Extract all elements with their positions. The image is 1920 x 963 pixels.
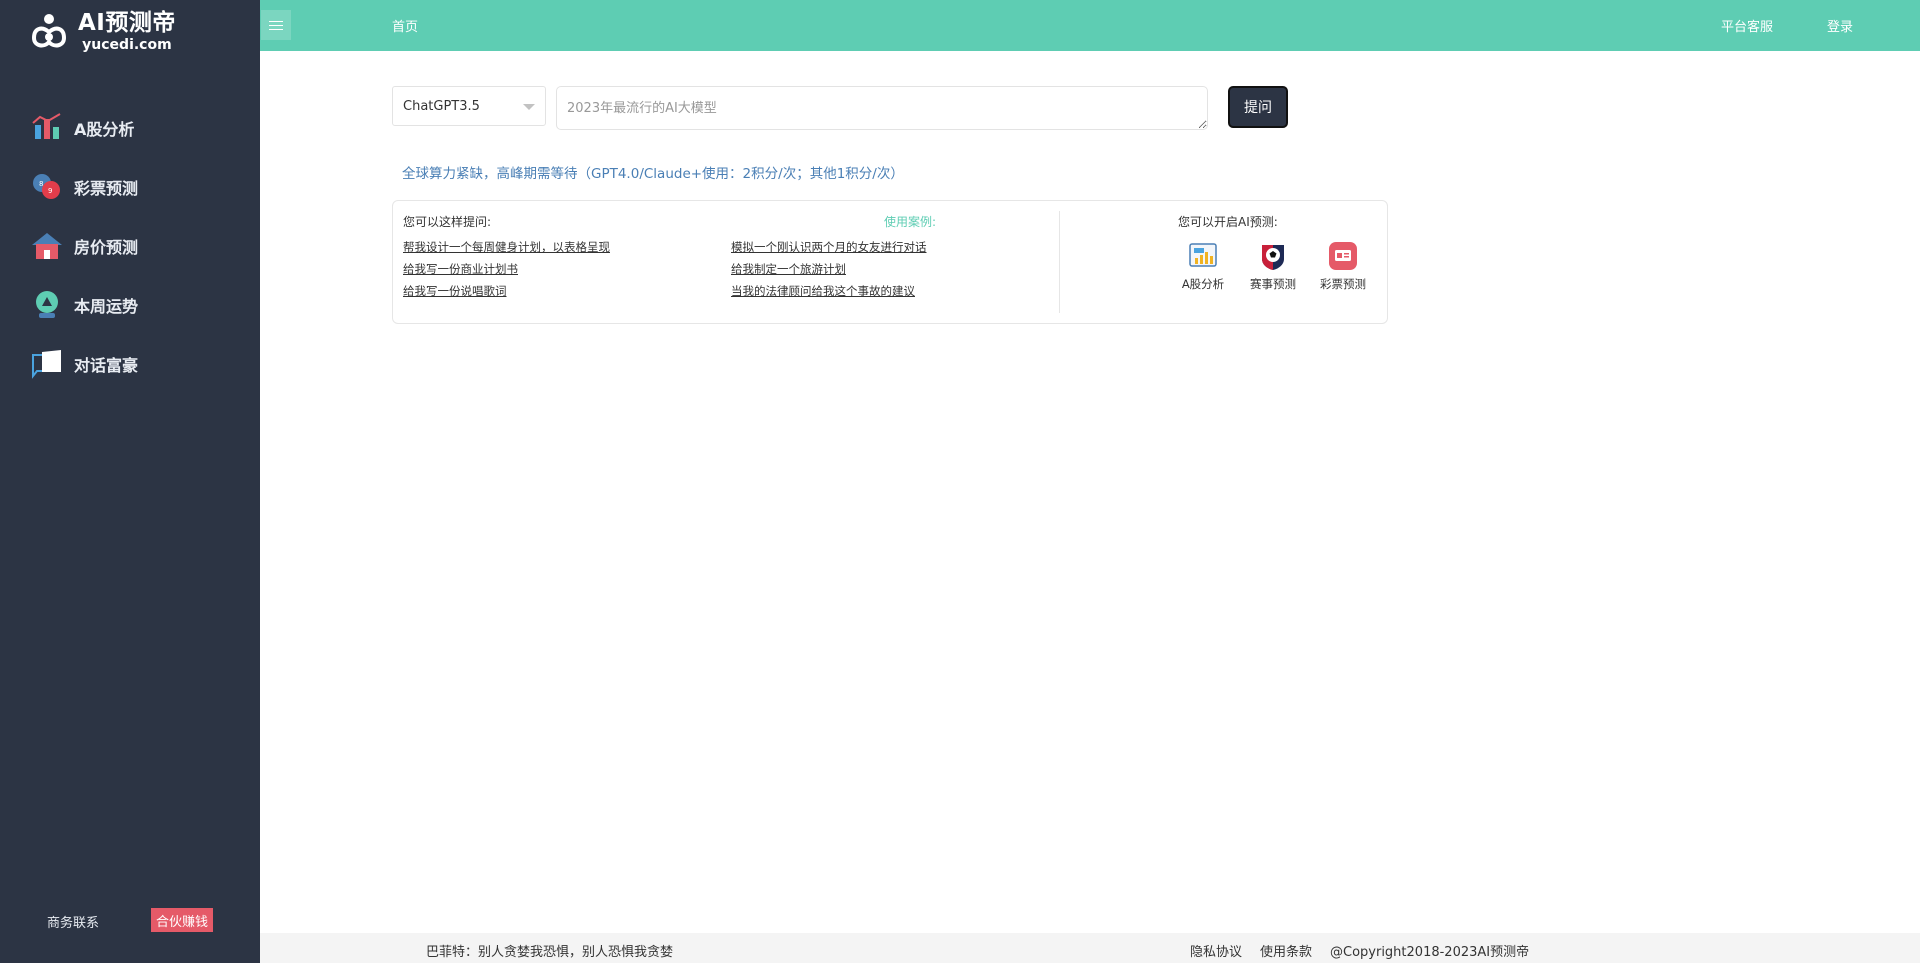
sidebar-item-stock-analysis[interactable]: A股分析 [0, 98, 260, 157]
prediction-stock-analysis[interactable]: A股分析 [1173, 241, 1233, 292]
stock-board-icon [1189, 243, 1217, 267]
footer-quote: 巴菲特：别人贪婪我恐惧，别人恐惧我贪婪 [426, 945, 674, 960]
stock-chart-icon [32, 112, 61, 139]
compute-notice: 全球算力紧缺，高峰期需等待（GPT4.0/Claude+使用：2积分/次；其他1… [402, 166, 904, 182]
sidebar-item-weekly-fortune[interactable]: 本周运势 [0, 275, 260, 334]
sidebar-item-label: 彩票预测 [74, 178, 139, 198]
sidebar-nav: A股分析 8 9 彩票预测 房价预测 本周运势 对话富豪 [0, 98, 260, 393]
lottery-balls-icon: 8 9 [33, 173, 60, 199]
logo-text: AI预测帝 yucedi.com [78, 9, 176, 53]
sidebar-item-lottery[interactable]: 8 9 彩票预测 [0, 157, 260, 216]
svg-text:8: 8 [39, 180, 43, 188]
sidebar-item-label: A股分析 [74, 119, 135, 139]
prediction-match[interactable]: 赛事预测 [1243, 241, 1303, 292]
chat-bubble-icon [32, 349, 61, 379]
brand-logo[interactable]: AI预测帝 yucedi.com [28, 6, 176, 56]
menu-toggle-button[interactable] [261, 10, 291, 40]
partner-button[interactable]: 合伙赚钱 [151, 908, 213, 932]
sidebar-item-label: 房价预测 [74, 237, 139, 257]
sidebar-item-label: 本周运势 [74, 296, 139, 316]
predictions-heading: 您可以开启AI预测: [1178, 215, 1278, 229]
panel-divider [1059, 211, 1060, 313]
login-link[interactable]: 登录 [1827, 16, 1853, 35]
nav-home-link[interactable]: 首页 [392, 16, 418, 35]
prediction-lottery[interactable]: 彩票预测 [1313, 241, 1373, 292]
page-footer: 巴菲特：别人贪婪我恐惧，别人恐惧我贪婪 隐私协议 使用条款 @Copyright… [260, 933, 1920, 963]
suggestion-link[interactable]: 给我制定一个旅游计划 [731, 261, 846, 277]
suggestions-panel: 您可以这样提问: 使用案例: 帮我设计一个每周健身计划，以表格呈现 模拟一个刚认… [392, 200, 1388, 324]
crystal-ball-icon [36, 290, 58, 318]
suggestion-link[interactable]: 给我写一份说唱歌词 [403, 283, 507, 299]
copyright-text: @Copyright2018-2023AI预测帝 [1330, 945, 1530, 960]
brand-subtitle: yucedi.com [82, 37, 172, 53]
sidebar-footer: 商务联系 合伙赚钱 [0, 906, 260, 934]
topbar: 首页 平台客服 登录 [260, 0, 1920, 51]
sidebar-item-chat-tycoon[interactable]: 对话富豪 [0, 334, 260, 393]
sidebar: AI预测帝 yucedi.com A股分析 8 9 彩票预测 房价预测 本周运势… [0, 0, 260, 963]
terms-link[interactable]: 使用条款 [1260, 941, 1312, 960]
platform-support-link[interactable]: 平台客服 [1721, 16, 1773, 35]
sidebar-item-label: 对话富豪 [74, 355, 139, 375]
prediction-label: A股分析 [1181, 277, 1225, 291]
privacy-link[interactable]: 隐私协议 [1190, 941, 1242, 960]
hamburger-icon [269, 24, 283, 26]
suggestion-link[interactable]: 帮我设计一个每周健身计划，以表格呈现 [403, 239, 610, 255]
model-select-value: ChatGPT3.5 [403, 98, 480, 114]
prediction-label: 赛事预测 [1250, 277, 1296, 291]
lottery-ticket-icon [1329, 242, 1357, 270]
model-select[interactable]: ChatGPT3.5 [392, 86, 546, 126]
business-contact-link[interactable]: 商务联系 [47, 912, 99, 931]
soccer-ball-icon [1262, 245, 1284, 270]
question-input[interactable] [556, 86, 1208, 130]
svg-text:9: 9 [48, 187, 52, 195]
logo-icon [31, 14, 67, 48]
prediction-label: 彩票预测 [1320, 277, 1366, 291]
suggestion-link[interactable]: 给我写一份商业计划书 [403, 261, 518, 277]
suggestion-link[interactable]: 当我的法律顾问给我这个事故的建议 [731, 283, 915, 299]
suggestions-heading: 您可以这样提问: [403, 215, 492, 229]
use-cases-link[interactable]: 使用案例: [884, 213, 936, 230]
brand-title: AI预测帝 [78, 10, 176, 36]
chevron-down-icon [523, 104, 535, 110]
house-icon [32, 232, 62, 259]
sidebar-item-house-price[interactable]: 房价预测 [0, 216, 260, 275]
suggestion-link[interactable]: 模拟一个刚认识两个月的女友进行对话 [731, 239, 927, 255]
ask-button[interactable]: 提问 [1228, 86, 1288, 128]
